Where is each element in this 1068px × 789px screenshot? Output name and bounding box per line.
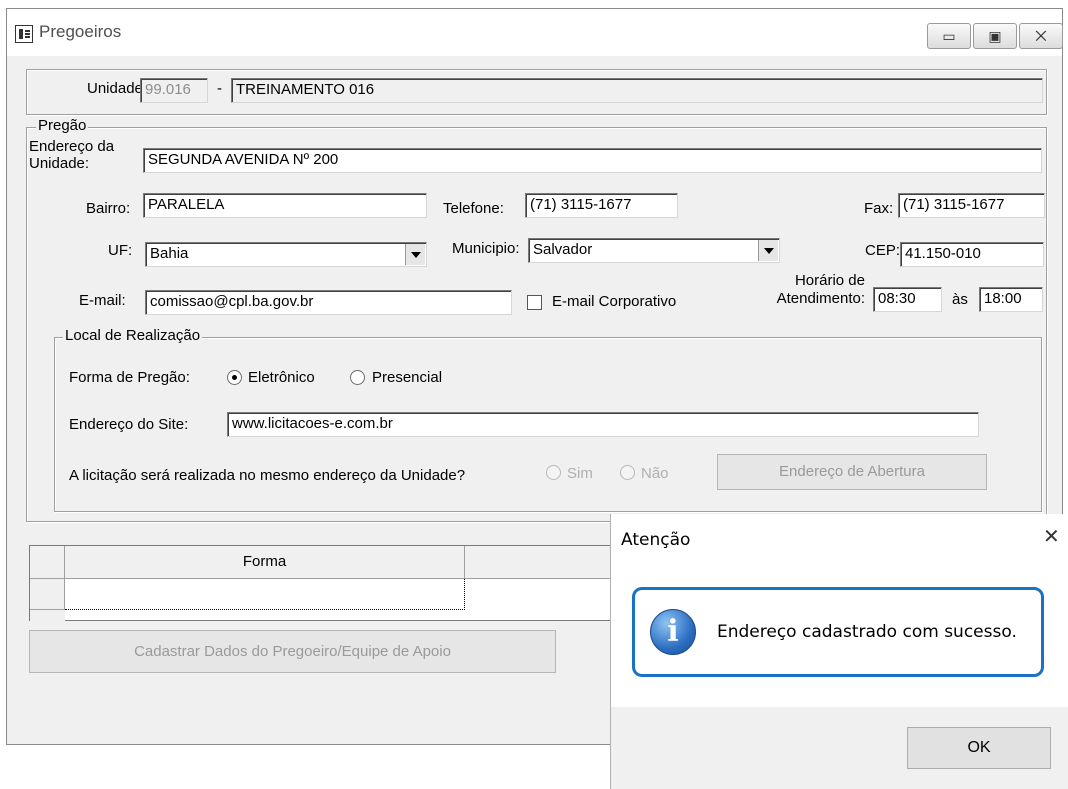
- cadastrar-pregoeiro-button[interactable]: Cadastrar Dados do Pregoeiro/Equipe de A…: [29, 630, 556, 673]
- forma-eletronico-radio[interactable]: [227, 370, 242, 385]
- window-form-icon: [15, 25, 33, 43]
- endereco-field[interactable]: SEGUNDA AVENIDA Nº 200: [143, 148, 1042, 173]
- grid-row-indicator: [30, 579, 65, 610]
- uf-select[interactable]: Bahia: [145, 242, 427, 267]
- forma-eletronico-label: Eletrônico: [248, 369, 315, 386]
- dialog-title: Atenção: [621, 530, 691, 550]
- dialog-close-icon[interactable]: ✕: [1043, 524, 1060, 549]
- telefone-field[interactable]: (71) 3115-1677: [525, 193, 678, 218]
- horario-fim-field[interactable]: 18:00: [979, 287, 1043, 312]
- uf-label: UF:: [108, 242, 133, 259]
- chevron-down-icon[interactable]: [405, 244, 425, 265]
- unidade-code-field: 99.016: [140, 78, 208, 103]
- unidade-label: Unidade:: [87, 80, 148, 97]
- horario-label-line1: Horário de: [794, 272, 865, 289]
- endereco-abertura-button[interactable]: Endereço de Abertura: [717, 454, 987, 490]
- maximize-button[interactable]: ▣: [973, 23, 1017, 49]
- grid-header-forma[interactable]: Forma: [65, 546, 465, 579]
- endereco-label-line2: Unidade:: [29, 155, 90, 172]
- forma-pregao-label: Forma de Pregão:: [69, 369, 190, 386]
- window-title: Pregoeiros: [39, 22, 122, 41]
- horario-separator: às: [952, 291, 968, 308]
- horario-label: Horário de Atendimento:: [757, 272, 865, 308]
- grid-cell-forma[interactable]: [65, 579, 465, 610]
- municipio-select-value: Salvador: [533, 241, 593, 258]
- sim-radio[interactable]: [546, 465, 561, 480]
- dialog-message: Endereço cadastrado com sucesso.: [717, 622, 1017, 642]
- endereco-label-line1: Endereço da: [29, 138, 115, 155]
- municipio-select[interactable]: Salvador: [528, 238, 780, 263]
- bairro-label: Bairro:: [86, 200, 131, 217]
- endereco-label: Endereço da Unidade:: [29, 138, 114, 172]
- minimize-button[interactable]: ▭: [927, 23, 971, 49]
- email-field[interactable]: comissao@cpl.ba.gov.br: [145, 290, 512, 315]
- email-label: E-mail:: [79, 292, 126, 309]
- site-field[interactable]: www.licitacoes-e.com.br: [227, 412, 979, 437]
- info-icon: i: [650, 609, 696, 655]
- sim-label: Sim: [567, 465, 593, 482]
- forma-presencial-label: Presencial: [372, 369, 443, 386]
- telefone-label: Telefone:: [443, 200, 504, 217]
- bairro-field[interactable]: PARALELA: [143, 193, 427, 218]
- nao-radio[interactable]: [620, 465, 635, 480]
- forma-presencial-radio[interactable]: [350, 370, 365, 385]
- fax-field[interactable]: (71) 3115-1677: [898, 193, 1045, 218]
- title-bar[interactable]: Pregoeiros ▭ ▣ ⨉: [7, 9, 1063, 56]
- municipio-label: Municipio:: [452, 240, 520, 257]
- horario-inicio-field[interactable]: 08:30: [873, 287, 942, 312]
- close-button[interactable]: ⨉: [1019, 23, 1063, 49]
- unidade-name-field: TREINAMENTO 016: [231, 78, 1043, 103]
- pregao-legend: Pregão: [36, 117, 89, 134]
- site-label: Endereço do Site:: [69, 416, 189, 433]
- cep-field[interactable]: 41.150-010: [900, 242, 1044, 267]
- email-corporativo-label: E-mail Corporativo: [552, 293, 677, 310]
- nao-label: Não: [641, 465, 669, 482]
- unidade-separator: -: [217, 80, 222, 97]
- chevron-down-icon[interactable]: [758, 240, 778, 261]
- fax-label: Fax:: [864, 200, 894, 217]
- uf-select-value: Bahia: [150, 245, 189, 262]
- grid-corner: [30, 546, 65, 579]
- grid-row-indicator: [30, 610, 65, 622]
- email-corporativo-checkbox[interactable]: [527, 295, 542, 310]
- horario-label-line2: Atendimento:: [776, 290, 865, 307]
- ok-button[interactable]: OK: [907, 727, 1051, 769]
- cep-label: CEP:: [865, 242, 901, 259]
- mesmo-endereco-label: A licitação será realizada no mesmo ende…: [69, 467, 466, 484]
- local-realizacao-legend: Local de Realização: [63, 327, 203, 344]
